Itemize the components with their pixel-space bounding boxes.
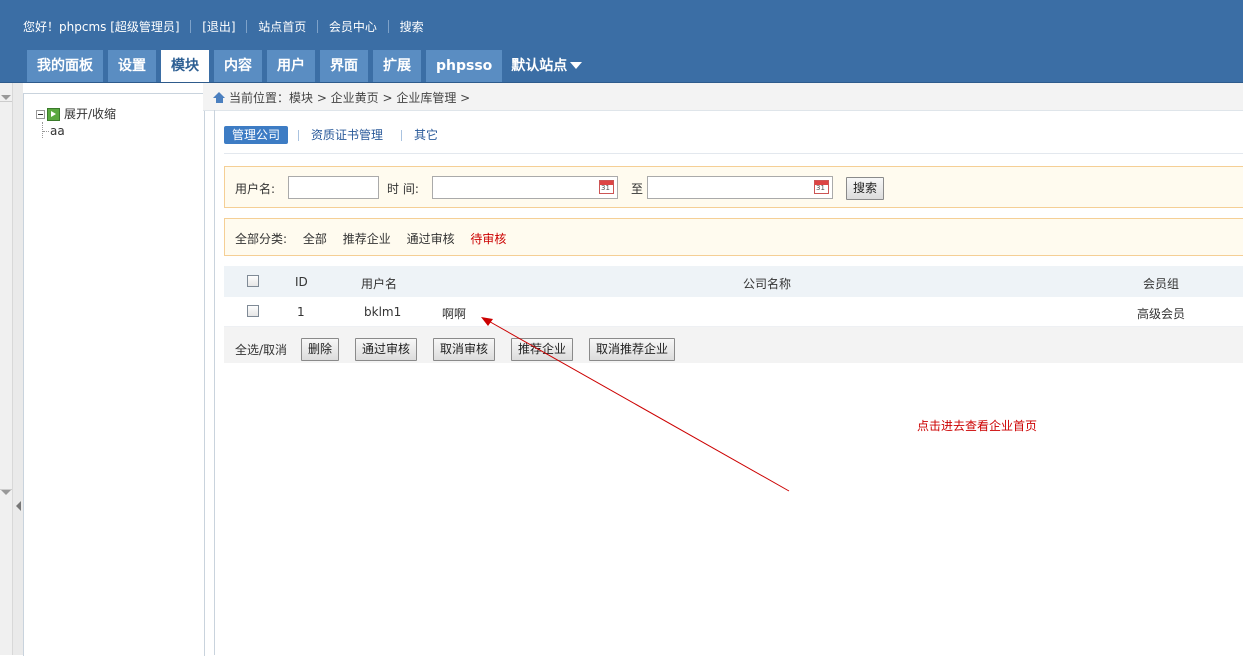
annotation-arrow-line: [484, 318, 790, 492]
arrow-head-icon: [481, 317, 493, 326]
annotation-arrow: [481, 317, 790, 492]
